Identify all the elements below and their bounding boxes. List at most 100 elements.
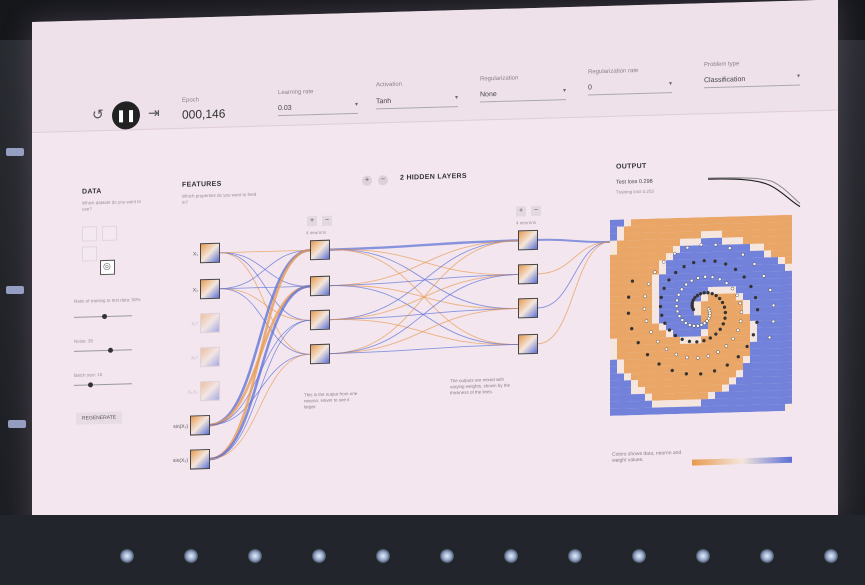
- heatmap-cell: [652, 260, 659, 268]
- heatmap-cell: [778, 221, 785, 230]
- heatmap-cell: [743, 320, 750, 329]
- heatmap-cell: [750, 271, 757, 279]
- heatmap-cell: [652, 407, 659, 415]
- heatmap-cell: [750, 341, 757, 349]
- heatmap-cell: [708, 342, 715, 351]
- hidden-neuron-layer1[interactable]: [310, 275, 330, 297]
- feature-neuron[interactable]: [190, 449, 210, 470]
- heatmap-cell: [771, 215, 778, 223]
- feature-neuron[interactable]: [200, 346, 220, 368]
- heatmap-cell: [743, 292, 750, 301]
- weight-link[interactable]: [209, 248, 311, 461]
- heatmap-cell: [785, 228, 792, 236]
- data-point: [752, 262, 757, 266]
- weight-link[interactable]: [537, 241, 611, 345]
- heatmap-cell: [785, 291, 792, 299]
- heatmap-cell: [750, 362, 757, 370]
- heatmap-cell: [659, 365, 666, 373]
- weight-link[interactable]: [209, 284, 311, 461]
- heatmap-cell: [736, 405, 743, 413]
- heatmap-cell: [624, 387, 631, 395]
- data-point: [653, 270, 657, 274]
- heatmap-cell: [666, 358, 673, 366]
- heatmap-cell: [680, 273, 687, 281]
- hidden-neuron-layer1[interactable]: [310, 239, 330, 261]
- weight-link[interactable]: [537, 241, 611, 309]
- heatmap-cell: [617, 261, 624, 269]
- heatmap-cell: [624, 261, 631, 269]
- hidden-neuron-layer1[interactable]: [310, 343, 330, 365]
- heatmap-cell: [750, 306, 757, 314]
- heatmap-cell: [659, 407, 666, 415]
- heatmap-cell: [624, 331, 631, 339]
- weight-link[interactable]: [329, 244, 519, 313]
- hidden-neuron-layer2[interactable]: [518, 297, 538, 319]
- feature-label: X₂²: [191, 355, 198, 362]
- heatmap-cell: [673, 238, 680, 247]
- data-point: [724, 344, 729, 348]
- weight-link[interactable]: [209, 248, 311, 427]
- heatmap-cell: [624, 219, 631, 227]
- heatmap-cell: [778, 228, 785, 237]
- feature-neuron[interactable]: [200, 278, 220, 300]
- heatmap-cell: [624, 247, 631, 255]
- heatmap-cell: [764, 292, 771, 300]
- heatmap-cell: [652, 351, 659, 359]
- heatmap-cell: [722, 349, 729, 357]
- heatmap-cell: [750, 299, 757, 307]
- data-point: [739, 310, 744, 314]
- data-point: [626, 311, 631, 315]
- heatmap-cell: [638, 330, 645, 339]
- data-point: [645, 352, 650, 357]
- heatmap-cell: [757, 292, 764, 300]
- heatmap-cell: [778, 256, 785, 265]
- feature-label: X₂: [192, 287, 198, 294]
- heatmap-cell: [736, 244, 743, 252]
- heatmap-cell: [757, 397, 764, 405]
- heatmap-cell: [666, 239, 673, 247]
- heatmap-cell: [729, 405, 736, 413]
- heatmap-cell: [617, 240, 624, 248]
- data-point: [658, 304, 663, 309]
- data-point: [739, 319, 743, 323]
- feature-neuron[interactable]: [200, 380, 220, 402]
- hidden-neuron-layer2[interactable]: [518, 263, 538, 285]
- heatmap-cell: [722, 230, 729, 238]
- heatmap-cell: [764, 229, 771, 237]
- heatmap-cell: [764, 383, 771, 391]
- heatmap-cell: [610, 282, 617, 290]
- test-loss: Test loss 0.298: [616, 178, 653, 186]
- heatmap-cell: [764, 250, 771, 258]
- hidden-neuron-layer1[interactable]: [310, 309, 330, 331]
- heatmap-cell: [680, 231, 687, 239]
- heatmap-cell: [778, 403, 785, 412]
- heatmap-cell: [624, 373, 631, 381]
- heatmap-cell: [729, 398, 736, 406]
- heatmap-cell: [673, 322, 680, 331]
- heatmap-cell: [708, 265, 715, 274]
- weight-link[interactable]: [329, 280, 519, 349]
- weight-link[interactable]: [329, 244, 519, 279]
- heatmap-cell: [771, 306, 778, 314]
- heatmap-cell: [610, 324, 617, 332]
- heatmap-cell: [715, 342, 722, 350]
- weight-link[interactable]: [537, 241, 611, 275]
- data-point: [723, 262, 728, 266]
- training-loss: Training loss 0.203: [616, 188, 654, 195]
- data-point: [755, 320, 759, 325]
- feature-neuron[interactable]: [190, 415, 210, 436]
- heatmap-cell: [771, 285, 778, 293]
- heatmap-cell: [617, 394, 624, 402]
- heatmap-cell: [673, 280, 680, 289]
- data-point: [735, 293, 739, 298]
- feature-neuron[interactable]: [200, 312, 220, 334]
- heatmap-cell: [701, 266, 708, 274]
- heatmap-cell: [715, 391, 722, 399]
- weight-link[interactable]: [329, 314, 519, 349]
- weight-link[interactable]: [329, 239, 519, 355]
- feature-neuron[interactable]: [200, 242, 220, 264]
- heatmap-cell: [680, 308, 687, 316]
- hidden-neuron-layer2[interactable]: [518, 229, 538, 251]
- hidden-neuron-layer2[interactable]: [518, 333, 538, 355]
- stage-lamp: [184, 549, 198, 563]
